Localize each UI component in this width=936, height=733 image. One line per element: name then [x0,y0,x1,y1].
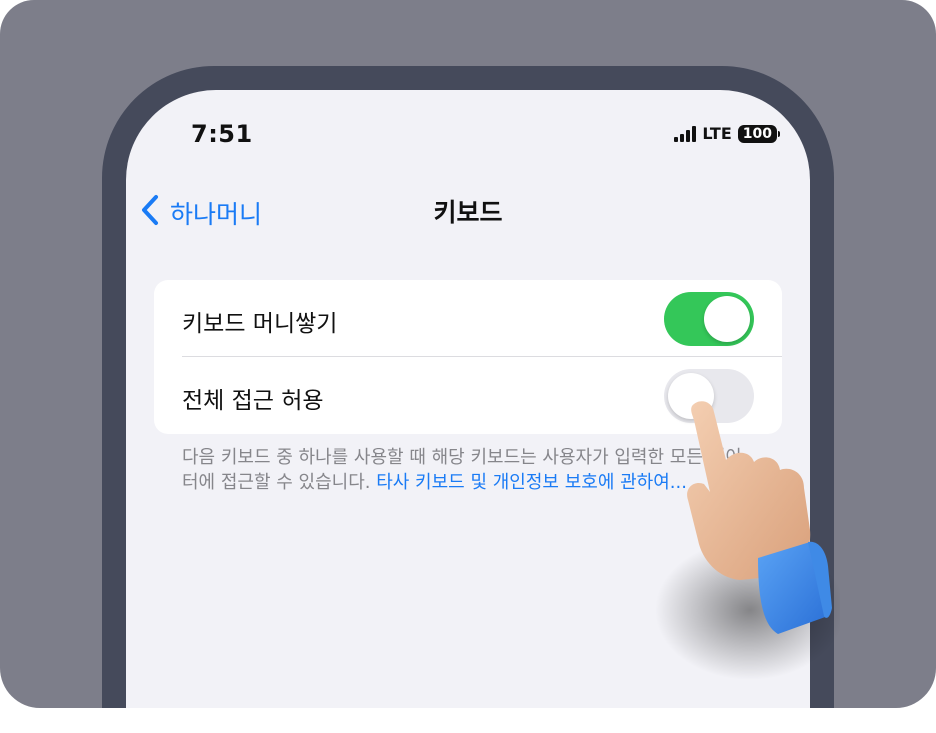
status-time: 7:51 [191,120,253,148]
setting-label: 전체 접근 허용 [182,388,324,414]
backdrop: 7:51 LTE 100 하나머니 키보드 키보드 머니쌓기 전체 접근 허용 … [0,0,936,708]
toggle-knob [704,296,750,342]
pointing-hand-icon [640,380,845,680]
battery-icon: 100 [737,124,780,143]
keyboard-money-toggle[interactable] [664,292,754,346]
status-indicators: LTE 100 [674,124,780,143]
cellular-signal-icon [674,125,697,142]
setting-row-keyboard-money[interactable]: 키보드 머니쌓기 [154,280,782,357]
page-title: 키보드 [433,198,503,227]
network-type: LTE [702,124,732,143]
setting-label: 키보드 머니쌓기 [182,311,338,337]
battery-level: 100 [737,124,777,143]
